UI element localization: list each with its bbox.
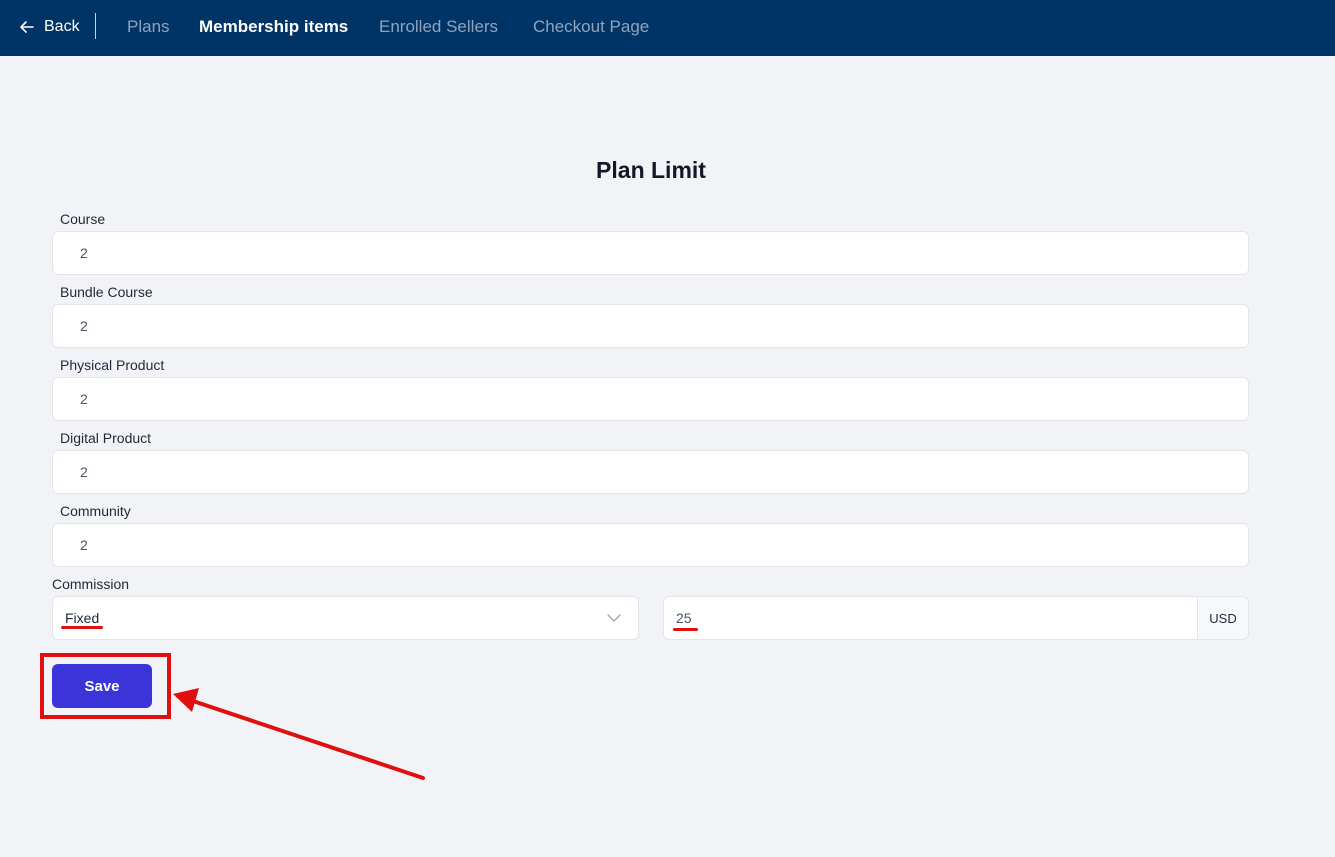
annotation-arrow	[173, 688, 425, 780]
